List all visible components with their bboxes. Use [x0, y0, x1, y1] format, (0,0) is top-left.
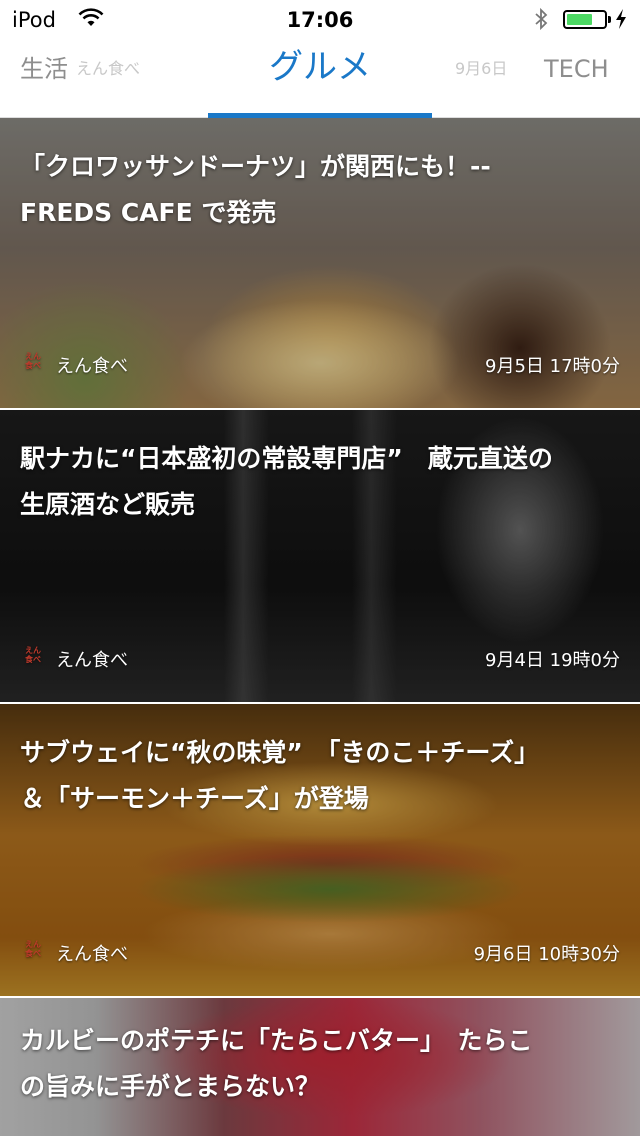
article-source: えん 食べ えん食べ: [20, 940, 128, 966]
article-card[interactable]: 駅ナカに“日本盛初の常設専門店” 蔵元直送の 生原酒など販売 えん 食べ えん食べ…: [0, 410, 640, 702]
source-logo-icon: えん 食べ: [25, 940, 41, 958]
article-date: 9月5日 17時0分: [485, 356, 620, 377]
charging-bolt-icon: [614, 8, 628, 34]
category-tab-bar: 生活 えん食べ グルメ 9月6日 TECH: [0, 40, 640, 118]
battery-icon: [563, 10, 611, 29]
status-bar: iPod 17:06: [0, 0, 640, 40]
article-title: カルビーのポテチに「たらこバター」 たらこ の旨みに手がとまらない？: [20, 1026, 533, 1101]
article-title: 「クロワッサンドーナツ」が関西にも！-- FREDS CAFE で発売: [20, 152, 491, 227]
bluetooth-icon: [533, 7, 549, 35]
tab-ghost-date: 9月6日: [455, 59, 508, 78]
source-logo-icon: えん 食べ: [25, 646, 41, 664]
article-source: えん 食べ えん食べ: [20, 352, 128, 378]
article-title: 駅ナカに“日本盛初の常設専門店” 蔵元直送の 生原酒など販売: [20, 444, 553, 519]
article-card[interactable]: カルビーのポテチに「たらこバター」 たらこ の旨みに手がとまらない？: [0, 998, 640, 1136]
tab-tech[interactable]: TECH: [544, 40, 609, 118]
source-logo-icon: えん 食べ: [25, 352, 41, 370]
article-source: えん 食べ えん食べ: [20, 646, 128, 672]
article-title: サブウェイに“秋の味覚” 「きのこ＋チーズ」 ＆「サーモン＋チーズ」が登場: [20, 738, 540, 813]
battery-fill: [567, 14, 592, 25]
article-date: 9月4日 19時0分: [485, 650, 620, 671]
article-card[interactable]: 「クロワッサンドーナツ」が関西にも！-- FREDS CAFE で発売 えん 食べ…: [0, 118, 640, 408]
article-date: 9月6日 10時30分: [473, 944, 620, 965]
article-card[interactable]: サブウェイに“秋の味覚” 「きのこ＋チーズ」 ＆「サーモン＋チーズ」が登場 えん…: [0, 704, 640, 996]
